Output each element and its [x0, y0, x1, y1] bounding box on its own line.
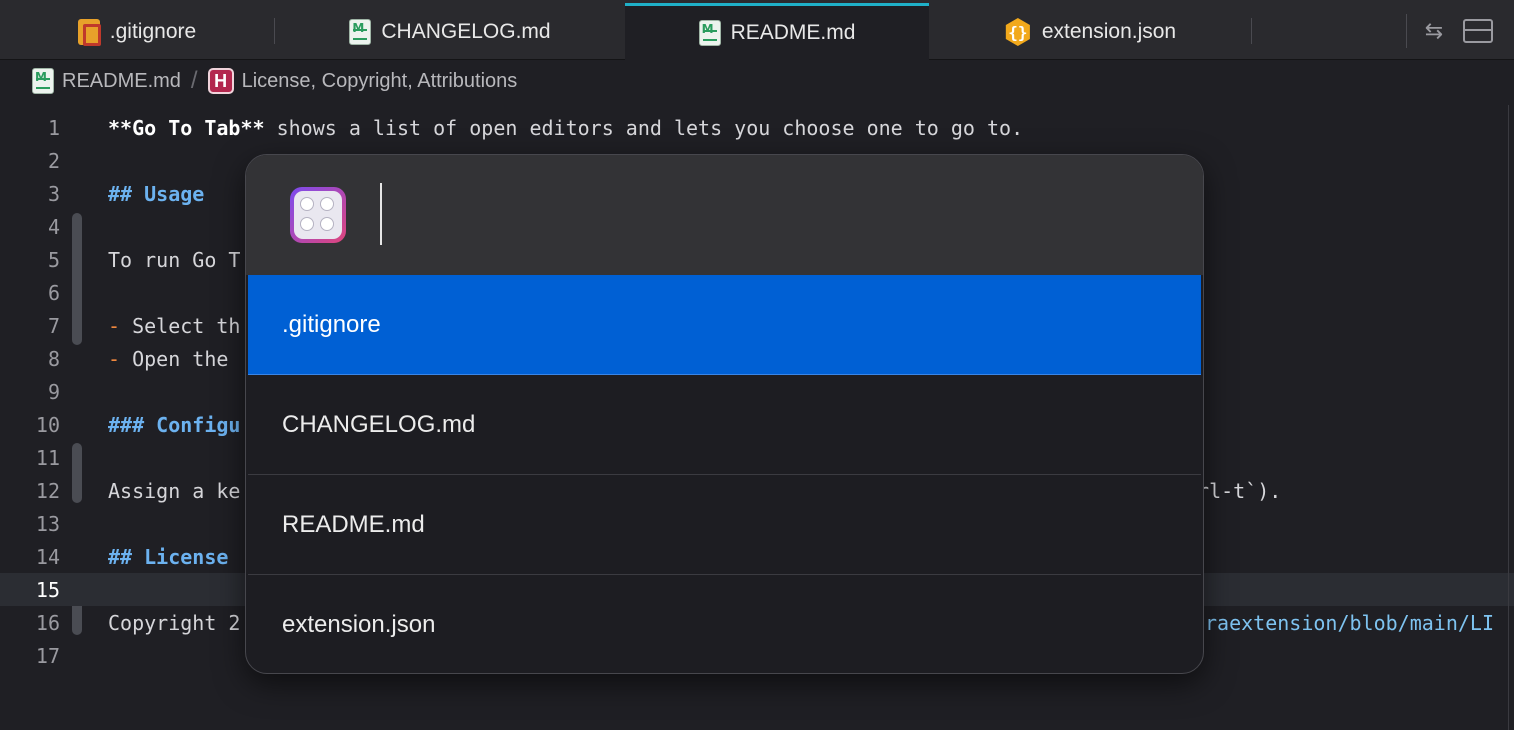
code-link[interactable]: raextension/blob/main/LI: [1205, 611, 1494, 635]
markdown-file-icon: [349, 19, 372, 45]
code-text: Open the: [120, 346, 229, 371]
json-file-icon: {}: [1005, 18, 1030, 46]
toolbar-divider: [1406, 14, 1407, 48]
palette-item-label: .gitignore: [282, 310, 381, 338]
line-number: 5: [47, 247, 60, 272]
breadcrumb-section[interactable]: License, Copyright, Attributions: [242, 70, 518, 93]
panel-layout-icon: [1463, 19, 1493, 43]
line-number: 2: [47, 148, 60, 173]
line-number: 9: [47, 379, 60, 404]
breadcrumb-separator: /: [190, 67, 198, 94]
line-number: 10: [35, 412, 60, 437]
palette-item-label: extension.json: [282, 611, 436, 638]
tab-readme[interactable]: README.md: [625, 3, 929, 60]
code-heading: ## License: [108, 544, 229, 569]
palette-search-input[interactable]: [386, 183, 1166, 245]
tab-label: README.md: [730, 21, 856, 44]
swap-arrows-icon: ⇆: [1424, 18, 1444, 43]
tab-bar: .gitignore CHANGELOG.md README.md {} ext…: [0, 0, 1514, 60]
tab-label: .gitignore: [109, 20, 197, 43]
markdown-file-icon: [32, 68, 54, 94]
palette-list: .gitignore CHANGELOG.md README.md extens…: [248, 275, 1201, 673]
code-heading: ### Configu: [108, 412, 241, 437]
code-text: Assign a ke: [108, 478, 241, 503]
line-number: 16: [35, 610, 60, 635]
code-text: Copyright 2: [108, 610, 241, 635]
palette-header: [246, 155, 1203, 275]
line-number: 17: [35, 643, 60, 668]
line-number: 11: [35, 445, 60, 470]
line-number: 14: [35, 544, 60, 569]
list-marker: -: [108, 313, 121, 338]
line-number: 6: [47, 280, 60, 305]
line-number: 8: [47, 346, 60, 371]
line-number: 7: [47, 313, 60, 338]
tab-gitignore[interactable]: .gitignore: [0, 4, 274, 60]
json-glyph: {}: [1008, 22, 1028, 42]
tab-changelog[interactable]: CHANGELOG.md: [275, 4, 625, 60]
editor-line: 1 **Go To Tab** shows a list of open edi…: [0, 111, 1514, 144]
go-to-tab-palette: .gitignore CHANGELOG.md README.md extens…: [245, 154, 1204, 674]
breadcrumb-file[interactable]: README.md: [62, 70, 181, 93]
palette-item-label: README.md: [282, 510, 425, 538]
code-bold: **Go To Tab**: [108, 115, 265, 140]
markdown-file-icon: [698, 20, 721, 46]
code-text: Select th: [120, 313, 241, 338]
breadcrumb: README.md / H License, Copyright, Attrib…: [32, 64, 517, 98]
palette-item-label: CHANGELOG.md: [282, 410, 476, 438]
heading-section-icon: H: [207, 68, 234, 94]
editor-edge: [1508, 105, 1509, 730]
line-number: 15: [35, 577, 60, 602]
toggle-panel-button[interactable]: [1462, 16, 1494, 46]
tab-label: CHANGELOG.md: [381, 20, 551, 43]
list-marker: -: [108, 346, 121, 371]
line-number: 12: [35, 478, 60, 503]
line-number: 4: [47, 214, 60, 239]
tab-separator: [1251, 18, 1252, 44]
git-file-icon: [77, 19, 101, 46]
code-text: To run Go T: [108, 247, 241, 272]
code-heading: ## Usage: [108, 181, 205, 206]
code-text: shows a list of open editors and lets yo…: [264, 115, 1024, 140]
line-number: 3: [47, 181, 60, 206]
swap-arrows-button[interactable]: ⇆: [1418, 16, 1450, 46]
palette-item-changelog[interactable]: CHANGELOG.md: [248, 375, 1201, 475]
tab-label: extension.json: [1041, 20, 1177, 43]
palette-item-extension-json[interactable]: extension.json: [248, 575, 1201, 673]
palette-item-gitignore[interactable]: .gitignore: [248, 275, 1201, 375]
go-to-tab-extension-icon: [290, 187, 346, 243]
line-number: 1: [47, 115, 60, 140]
line-number: 13: [35, 511, 60, 536]
tab-extension-json[interactable]: {} extension.json: [929, 4, 1251, 60]
text-caret: [380, 183, 382, 245]
palette-item-readme[interactable]: README.md: [248, 475, 1201, 575]
